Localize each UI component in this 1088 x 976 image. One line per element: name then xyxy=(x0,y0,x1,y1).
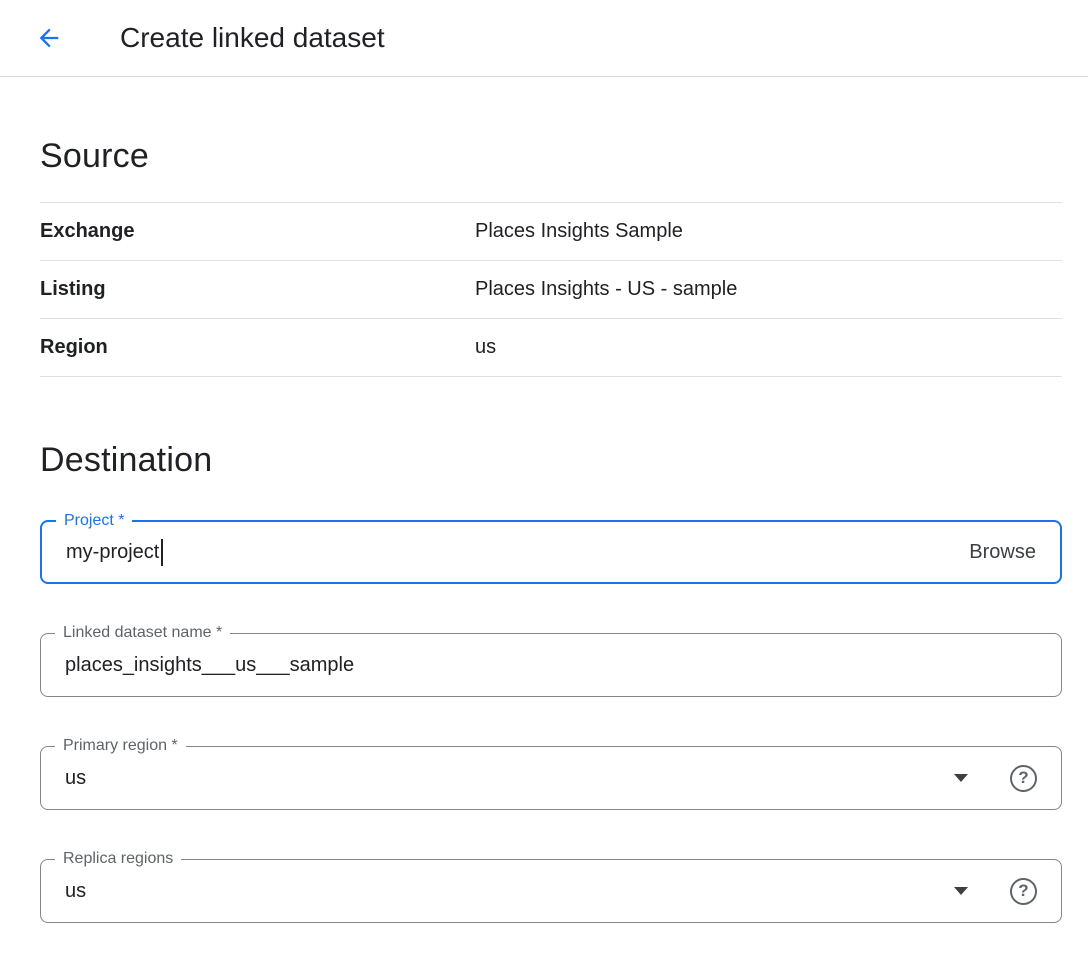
linked-dataset-name-field[interactable]: Linked dataset name * places_insights___… xyxy=(40,633,1062,697)
replica-regions-dropdown-icon[interactable] xyxy=(954,887,968,895)
region-label: Region xyxy=(40,336,475,359)
exchange-value: Places Insights Sample xyxy=(475,220,683,243)
primary-region-value: us xyxy=(65,767,86,790)
project-field[interactable]: Project * my-project Browse xyxy=(40,520,1062,584)
arrow-back-icon xyxy=(35,24,63,52)
replica-regions-help-icon[interactable]: ? xyxy=(1010,878,1037,905)
browse-button[interactable]: Browse xyxy=(969,541,1036,564)
main-content: Source Exchange Places Insights Sample L… xyxy=(0,137,1088,976)
primary-region-label: Primary region * xyxy=(55,736,186,756)
text-cursor xyxy=(161,539,163,566)
replica-regions-field[interactable]: Replica regions us ? xyxy=(40,859,1062,923)
source-table: Exchange Places Insights Sample Listing … xyxy=(40,202,1062,377)
page-header: Create linked dataset xyxy=(0,0,1088,77)
source-section-heading: Source xyxy=(40,137,1062,176)
back-button[interactable] xyxy=(34,23,64,53)
page-title: Create linked dataset xyxy=(120,22,385,54)
primary-region-field[interactable]: Primary region * us ? xyxy=(40,746,1062,810)
linked-dataset-name-value: places_insights___us___sample xyxy=(65,654,354,677)
table-row-region: Region us xyxy=(40,319,1062,377)
project-field-label: Project * xyxy=(56,511,132,531)
linked-dataset-name-label: Linked dataset name * xyxy=(55,623,230,643)
primary-region-help-icon[interactable]: ? xyxy=(1010,765,1037,792)
table-row-exchange: Exchange Places Insights Sample xyxy=(40,203,1062,261)
region-value: us xyxy=(475,336,496,359)
project-field-value: my-project xyxy=(66,541,159,564)
primary-region-dropdown-icon[interactable] xyxy=(954,774,968,782)
listing-value: Places Insights - US - sample xyxy=(475,278,737,301)
replica-regions-value: us xyxy=(65,880,86,903)
destination-section-heading: Destination xyxy=(40,441,1062,480)
listing-label: Listing xyxy=(40,278,475,301)
exchange-label: Exchange xyxy=(40,220,475,243)
table-row-listing: Listing Places Insights - US - sample xyxy=(40,261,1062,319)
replica-regions-label: Replica regions xyxy=(55,849,181,869)
